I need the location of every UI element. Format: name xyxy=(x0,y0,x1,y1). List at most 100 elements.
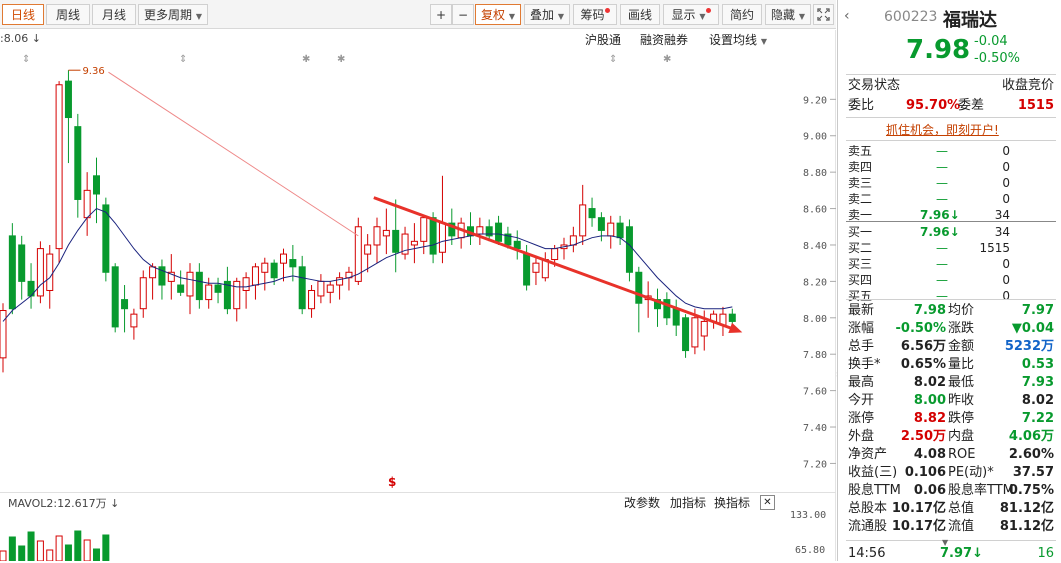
candle-body xyxy=(551,248,559,261)
stat-label: PE(动)* xyxy=(948,465,994,480)
volume-bar xyxy=(93,548,100,561)
candle-body xyxy=(691,317,699,348)
y-tick-label: 9.20 xyxy=(803,95,827,106)
zoom-out-button[interactable]: − xyxy=(452,4,474,25)
divider xyxy=(846,221,1056,222)
stat-value: 8.02 xyxy=(1021,393,1054,408)
candle-body xyxy=(317,280,325,297)
stat-row: 流通股 10.17亿 流值 81.12亿 xyxy=(848,518,1054,536)
more-periods-dropdown[interactable]: 更多周期 ▼ xyxy=(138,4,208,25)
candle-body xyxy=(607,222,615,237)
ask-price: — xyxy=(936,144,948,158)
stat-value: 7.93 xyxy=(1021,375,1054,390)
stat-value: 0.106 xyxy=(904,465,946,480)
simple-mode-button[interactable]: 简约 xyxy=(722,4,762,25)
candle-body xyxy=(513,240,521,250)
stat-row: 涨停 8.82 跌停 7.22 xyxy=(848,410,1054,428)
stat-label: 昨收 xyxy=(948,393,975,408)
tab-monthly[interactable]: 月线 xyxy=(92,4,136,25)
candle-body xyxy=(429,217,437,255)
candle-body xyxy=(130,313,138,328)
hide-dropdown[interactable]: 隐藏 ▼ xyxy=(765,4,811,25)
hide-label: 隐藏 xyxy=(771,8,796,22)
volume-bar xyxy=(102,534,110,561)
candle-body xyxy=(111,266,119,328)
volume-bar xyxy=(8,536,16,561)
ask-row: 卖四 — 0 xyxy=(848,159,1054,175)
candle-body xyxy=(588,208,596,219)
stat-row: 最新 7.98 均价 7.97 xyxy=(848,302,1054,320)
event-marker-icon: ✱ xyxy=(663,54,671,65)
overlay-dropdown[interactable]: 叠加 ▼ xyxy=(524,4,570,25)
bid-price: — xyxy=(936,273,948,287)
open-account-link[interactable]: 抓住机会，即刻开户! xyxy=(886,121,999,138)
candle-body xyxy=(672,308,680,326)
candle-body xyxy=(280,253,287,264)
candle-body xyxy=(93,175,100,195)
candle-body xyxy=(149,266,157,279)
stat-value: 0.53 xyxy=(1021,357,1054,372)
tab-weekly[interactable]: 周线 xyxy=(46,4,90,25)
stat-label: 涨停 xyxy=(848,411,875,426)
ask-label: 卖三 xyxy=(848,176,873,190)
candle-body xyxy=(8,235,16,310)
volume-bar xyxy=(18,545,26,561)
stat-value: 10.17亿 xyxy=(891,519,946,534)
close-indicator-button[interactable]: ✕ xyxy=(760,495,775,510)
status-value: 收盘竞价 xyxy=(1001,78,1054,93)
trend-arrow-head xyxy=(728,322,743,334)
signal-s-icon: $ xyxy=(388,475,396,489)
stat-label: 外盘 xyxy=(848,429,875,444)
event-marker-icon: ⇕ xyxy=(609,54,617,65)
price-chart-svg: 9.20 9.00 8.80 8.60 8.40 8.20 8.00 7.80 7.60 7.40… xyxy=(0,30,836,561)
candle-body xyxy=(420,217,428,242)
volume-y-tick: 65.80 xyxy=(795,545,826,556)
mavol-readout: MAVOL2:12.617万 ↓ xyxy=(8,495,119,511)
fuquan-dropdown[interactable]: 复权 ▼ xyxy=(475,4,521,25)
tab-daily[interactable]: 日线 xyxy=(2,4,44,25)
status-label: 交易状态 xyxy=(848,78,901,93)
candle-body xyxy=(438,222,446,253)
ask-price: — xyxy=(936,192,948,206)
display-dropdown[interactable]: 显示 ▼ xyxy=(663,4,719,25)
edit-params-button[interactable]: 改参数 xyxy=(624,494,660,511)
stat-row: 净资产 4.08 ROE 2.60% xyxy=(848,446,1054,464)
volume-bar xyxy=(74,530,82,561)
stat-row: 股息TTM 0.06 股息率TTM 0.75% xyxy=(848,482,1054,500)
stat-label: 今开 xyxy=(848,393,875,408)
candle-body xyxy=(251,266,259,286)
bid-price: — xyxy=(936,241,948,255)
candle-body xyxy=(139,277,147,310)
ask-volume: 0 xyxy=(1002,176,1010,190)
stat-value: 0.06 xyxy=(913,483,946,498)
fullscreen-button[interactable] xyxy=(813,4,834,25)
stock-code: 600223 xyxy=(884,9,938,25)
switch-indicator-button[interactable]: 换指标 xyxy=(714,494,750,511)
stat-row: 涨幅 -0.50% 涨跌 ▼0.04 xyxy=(848,320,1054,338)
tick-volume: 16 xyxy=(1037,546,1054,561)
close-icon: ✕ xyxy=(763,497,772,508)
fullscreen-icon xyxy=(817,8,830,21)
candle-body xyxy=(579,204,587,237)
ask-row: 卖二 — 0 xyxy=(848,191,1054,207)
candle-body xyxy=(308,289,316,310)
candle-body xyxy=(364,244,372,255)
stat-label: 涨幅 xyxy=(848,321,875,336)
candle-body xyxy=(121,299,129,310)
zoom-in-button[interactable]: + xyxy=(430,4,452,25)
bid-price: 7.96↓ xyxy=(920,225,960,239)
candle-body xyxy=(261,262,269,273)
divider xyxy=(846,74,1056,75)
weibi-label: 委比 xyxy=(848,98,875,113)
price-change-pct: -0.50% xyxy=(974,51,1020,66)
kline-chart-area[interactable]: :8.06 ↓ 沪股通 融资融券 设置均线 ▼ 9.20 9.00 8.80 8.60… xyxy=(0,30,836,561)
chevron-left-icon[interactable]: ‹ xyxy=(844,8,850,24)
chouma-button[interactable]: 筹码 xyxy=(573,4,617,25)
candle-body xyxy=(616,222,624,239)
weibi-row: 委比 95.70% 委差 1515 xyxy=(848,97,1054,115)
candle-body xyxy=(64,80,72,119)
draw-line-button[interactable]: 画线 xyxy=(620,4,660,25)
candle-body xyxy=(635,271,643,304)
add-indicator-button[interactable]: 加指标 xyxy=(670,494,706,511)
stat-label: 最高 xyxy=(848,375,875,390)
